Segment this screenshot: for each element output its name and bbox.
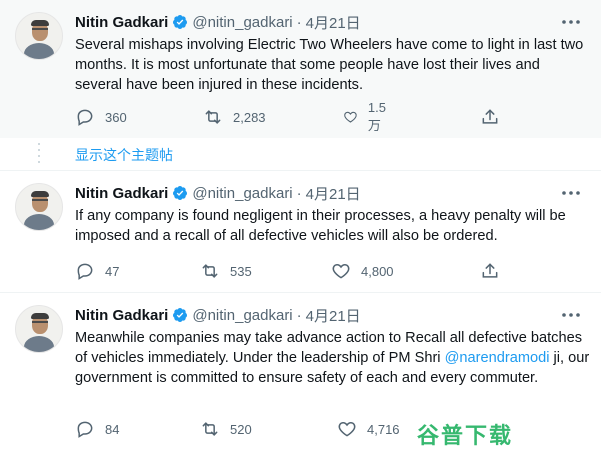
share-icon	[482, 109, 498, 124]
thread-connector	[38, 143, 40, 168]
reply-button[interactable]: 360	[75, 106, 127, 128]
tweet-date[interactable]: 4月21日	[306, 305, 361, 326]
tweet-2[interactable]: Nitin Gadkari @nitin_gadkari · 4月21日 If …	[0, 170, 601, 292]
separator-dot: ·	[296, 184, 302, 202]
reply-icon	[77, 421, 93, 438]
heart-icon	[338, 421, 356, 437]
tweet-1[interactable]: Nitin Gadkari @nitin_gadkari · 4月21日 Sev…	[0, 0, 601, 138]
verified-badge-icon	[173, 186, 188, 200]
share-button[interactable]	[480, 106, 500, 128]
author-name[interactable]: Nitin Gadkari	[75, 307, 168, 324]
separator-dot: ·	[296, 13, 302, 31]
reply-icon	[77, 263, 93, 280]
tweet-text: Several mishaps involving Electric Two W…	[75, 37, 584, 93]
reply-count: 47	[105, 263, 120, 279]
retweet-icon	[202, 264, 218, 278]
retweet-icon	[202, 422, 218, 436]
reply-count: 360	[105, 109, 127, 125]
reply-count: 84	[105, 421, 120, 437]
like-count: 1.5万	[367, 100, 386, 133]
verified-badge-icon	[173, 308, 188, 322]
author-name[interactable]: Nitin Gadkari	[75, 185, 168, 202]
author-handle[interactable]: @nitin_gadkari	[192, 307, 292, 324]
avatar[interactable]	[15, 12, 63, 60]
show-thread-link[interactable]: 显示这个主题帖	[75, 145, 173, 165]
share-button[interactable]	[480, 260, 500, 282]
verified-badge-icon	[173, 15, 188, 29]
tweet-text: If any company is found negligent in the…	[75, 208, 566, 244]
retweet-icon	[205, 110, 221, 124]
avatar-glasses	[32, 28, 48, 31]
reply-button[interactable]: 47	[75, 260, 119, 282]
mention-link[interactable]: @narendramodi	[445, 350, 550, 366]
more-horizontal-icon[interactable]	[559, 10, 583, 34]
heart-icon	[332, 263, 350, 279]
tweet-header: Nitin Gadkari @nitin_gadkari · 4月21日	[75, 183, 361, 203]
like-button[interactable]: 1.5万	[343, 100, 391, 133]
avatar[interactable]	[15, 183, 63, 231]
share-icon	[482, 263, 498, 278]
avatar-hair	[31, 191, 49, 197]
author-handle[interactable]: @nitin_gadkari	[192, 14, 292, 31]
heart-icon	[344, 111, 357, 123]
tweet-text: Meanwhile companies may take advance act…	[75, 328, 590, 388]
retweet-count: 535	[230, 263, 252, 279]
reply-button[interactable]: 84	[75, 418, 119, 440]
like-count: 4,800	[361, 263, 394, 279]
like-button[interactable]: 4,716	[337, 418, 400, 440]
tweet-date[interactable]: 4月21日	[306, 12, 361, 33]
retweet-count: 2,283	[233, 109, 266, 125]
tweet-header: Nitin Gadkari @nitin_gadkari · 4月21日	[75, 305, 361, 325]
avatar-shirt	[24, 336, 54, 352]
avatar-hair	[31, 313, 49, 319]
retweet-button[interactable]: 535	[200, 260, 252, 282]
reply-icon	[77, 109, 93, 126]
avatar-shirt	[24, 214, 54, 230]
avatar-glasses	[32, 199, 48, 202]
like-count: 4,716	[367, 421, 400, 437]
author-name[interactable]: Nitin Gadkari	[75, 14, 168, 31]
retweet-button[interactable]: 520	[200, 418, 252, 440]
author-handle[interactable]: @nitin_gadkari	[192, 185, 292, 202]
avatar-shirt	[24, 43, 54, 59]
tweet-date[interactable]: 4月21日	[306, 183, 361, 204]
separator-dot: ·	[296, 306, 302, 324]
more-horizontal-icon[interactable]	[559, 303, 583, 327]
watermark: 谷普下载	[417, 424, 514, 449]
tweet-header: Nitin Gadkari @nitin_gadkari · 4月21日	[75, 12, 361, 32]
avatar-glasses	[32, 321, 48, 324]
retweet-count: 520	[230, 421, 252, 437]
more-horizontal-icon[interactable]	[559, 181, 583, 205]
avatar[interactable]	[15, 305, 63, 353]
avatar-hair	[31, 20, 49, 26]
retweet-button[interactable]: 2,283	[203, 106, 266, 128]
like-button[interactable]: 4,800	[331, 260, 394, 282]
